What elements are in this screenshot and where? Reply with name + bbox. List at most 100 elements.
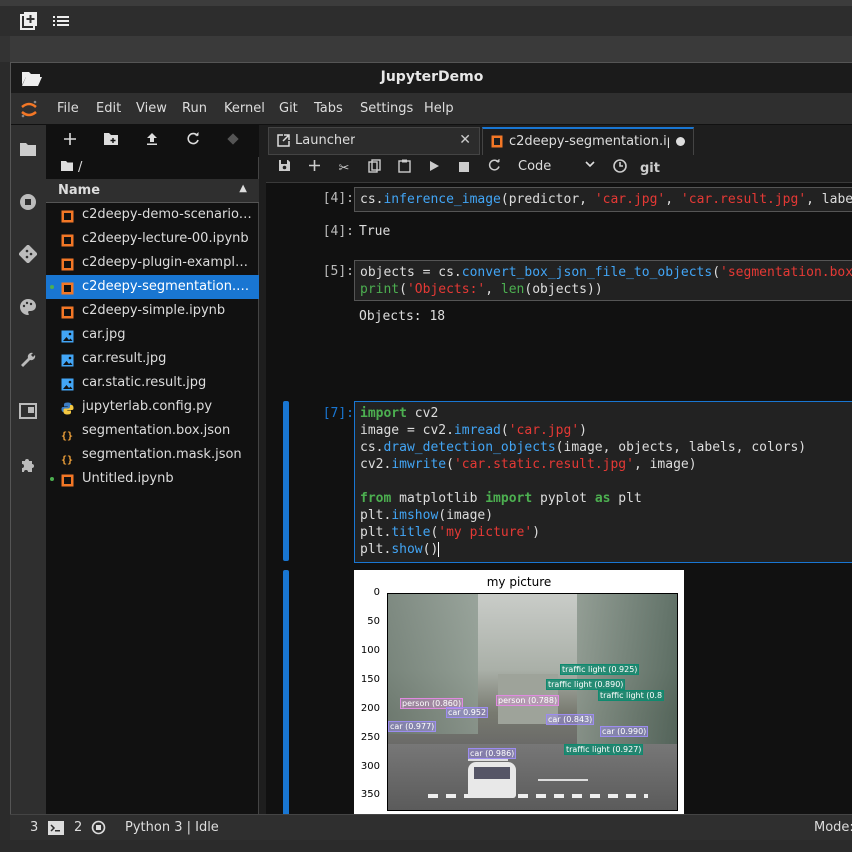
y-tick-label: 150	[360, 674, 380, 685]
file-name: segmentation.mask.json	[82, 447, 242, 462]
menu-file[interactable]: File	[57, 101, 79, 116]
mode-indicator[interactable]: Mode:	[814, 820, 852, 835]
new-launcher-icon[interactable]	[60, 131, 80, 151]
street-photo: person (0.860) person (0.788) car 0.952 …	[387, 593, 678, 811]
file-item[interactable]: {} segmentation.mask.json	[46, 443, 259, 467]
breadcrumb-root[interactable]: /	[78, 160, 82, 175]
stop-icon[interactable]	[454, 159, 474, 179]
menu-settings[interactable]: Settings	[360, 101, 413, 116]
menu-run[interactable]: Run	[182, 101, 207, 116]
menu-kernel[interactable]: Kernel	[224, 101, 265, 116]
code-cell-input[interactable]: cs.inference_image(predictor, 'car.jpg',…	[354, 187, 852, 212]
notebook-panel: [4]: cs.inference_image(predictor, 'car.…	[266, 183, 852, 815]
running-indicator-icon	[50, 477, 54, 481]
file-name: car.result.jpg	[82, 351, 167, 366]
list-icon[interactable]	[50, 11, 72, 31]
file-item[interactable]: car.static.result.jpg	[46, 371, 259, 395]
close-icon[interactable]: ✕	[459, 132, 471, 148]
save-icon[interactable]	[274, 159, 294, 179]
detection-box: traffic light (0.927)	[564, 744, 644, 755]
active-cell-indicator[interactable]	[283, 401, 289, 561]
file-item[interactable]: car.result.jpg	[46, 347, 259, 371]
file-item[interactable]: c2deepy-simple.ipynb	[46, 299, 259, 323]
menu-edit[interactable]: Edit	[96, 101, 121, 116]
file-item[interactable]: {} segmentation.box.json	[46, 419, 259, 443]
name-column-header[interactable]: Name	[58, 183, 100, 198]
python-icon	[61, 400, 75, 415]
extension-puzzle-icon[interactable]	[18, 456, 38, 476]
copy-icon[interactable]	[364, 159, 384, 179]
status-bar: 3 2 Python 3 | Idle Mode:	[10, 814, 852, 840]
new-folder-icon[interactable]	[101, 131, 121, 151]
notebook-icon	[61, 472, 75, 487]
file-item[interactable]: c2deepy-demo-scenario.ipynb	[46, 203, 259, 227]
file-item[interactable]: c2deepy-plugin-example.ipynb	[46, 251, 259, 275]
code-cell-input[interactable]: objects = cs.convert_box_json_file_to_ob…	[354, 260, 852, 301]
activity-bar	[11, 125, 46, 815]
menu-help[interactable]: Help	[424, 101, 454, 116]
title-bar: JupyterDemo	[11, 63, 852, 93]
cell-prompt: [4]:	[322, 191, 354, 206]
folder-icon[interactable]	[18, 141, 38, 161]
y-tick-label: 350	[360, 789, 380, 800]
code-cell-input[interactable]: import cv2 image = cv2.imread('car.jpg')…	[354, 401, 852, 563]
file-item[interactable]: c2deepy-lecture-00.ipynb	[46, 227, 259, 251]
file-item[interactable]: Untitled.ipynb	[46, 467, 259, 491]
file-name: car.static.result.jpg	[82, 375, 207, 390]
git-clone-icon[interactable]	[223, 131, 243, 151]
kernel-status[interactable]: Python 3 | Idle	[125, 820, 219, 835]
new-window-icon[interactable]	[18, 11, 40, 31]
tab-launcher[interactable]: Launcher ✕	[268, 127, 480, 155]
kernel-count[interactable]: 2	[74, 820, 82, 835]
unsaved-dot-icon[interactable]	[676, 137, 685, 146]
git-icon[interactable]	[18, 244, 38, 265]
git-diff-button[interactable]: git	[640, 159, 660, 179]
wrench-icon[interactable]	[18, 351, 38, 371]
add-cell-icon[interactable]	[304, 159, 324, 179]
image-icon	[61, 328, 75, 343]
menu-tabs[interactable]: Tabs	[314, 101, 343, 116]
kernel-icon[interactable]	[91, 820, 106, 839]
restart-icon[interactable]	[484, 158, 504, 179]
clock-icon[interactable]	[610, 159, 630, 179]
cut-icon[interactable]: ✂	[334, 159, 354, 179]
notebook-icon	[61, 232, 75, 247]
palette-icon[interactable]	[18, 298, 38, 318]
jupyter-logo-icon	[19, 99, 39, 119]
y-tick-label: 250	[360, 732, 380, 743]
breadcrumb[interactable]: /	[60, 160, 82, 175]
tab-segmentation-notebook[interactable]: c2deepy-segmentation.ipynb	[482, 127, 694, 155]
cell-prompt: [7]:	[322, 406, 354, 421]
file-name: c2deepy-lecture-00.ipynb	[82, 231, 249, 246]
file-name: c2deepy-segmentation.ipynb	[82, 279, 252, 294]
running-indicator-icon	[50, 285, 54, 289]
tabs-icon[interactable]	[18, 403, 38, 423]
file-browser: / Name ▲ c2deepy-demo-scenario.ipynb c2de…	[46, 125, 259, 815]
notebook-icon	[61, 280, 75, 295]
file-item[interactable]: car.jpg	[46, 323, 259, 347]
terminal-icon[interactable]	[48, 821, 64, 839]
menu-view[interactable]: View	[136, 101, 167, 116]
upload-icon[interactable]	[142, 131, 162, 151]
y-tick-label: 300	[360, 761, 380, 772]
file-name: c2deepy-demo-scenario.ipynb	[82, 207, 252, 222]
chevron-down-icon[interactable]	[584, 158, 596, 173]
detection-box: car (0.990)	[600, 726, 649, 737]
cell-type-select[interactable]: Code	[518, 159, 551, 174]
file-list-header[interactable]: Name ▲	[46, 179, 259, 203]
detection-box: car (0.986)	[468, 748, 517, 759]
file-item[interactable]: jupyterlab.config.py	[46, 395, 259, 419]
file-item[interactable]: c2deepy-segmentation.ipynb	[46, 275, 259, 299]
detection-box: car 0.952	[446, 707, 489, 718]
menu-git[interactable]: Git	[279, 101, 298, 116]
output-collapser[interactable]	[283, 570, 289, 815]
file-name: Untitled.ipynb	[82, 471, 174, 486]
detection-box: traffic light (0.925)	[560, 664, 640, 675]
y-tick-label: 200	[360, 703, 380, 714]
paste-icon[interactable]	[394, 159, 414, 179]
refresh-icon[interactable]	[183, 131, 203, 151]
running-stop-icon[interactable]	[18, 193, 38, 213]
terminal-count[interactable]: 3	[30, 820, 38, 835]
run-icon[interactable]	[424, 159, 444, 179]
notebook-toolbar: ✂ Code git	[266, 155, 852, 183]
